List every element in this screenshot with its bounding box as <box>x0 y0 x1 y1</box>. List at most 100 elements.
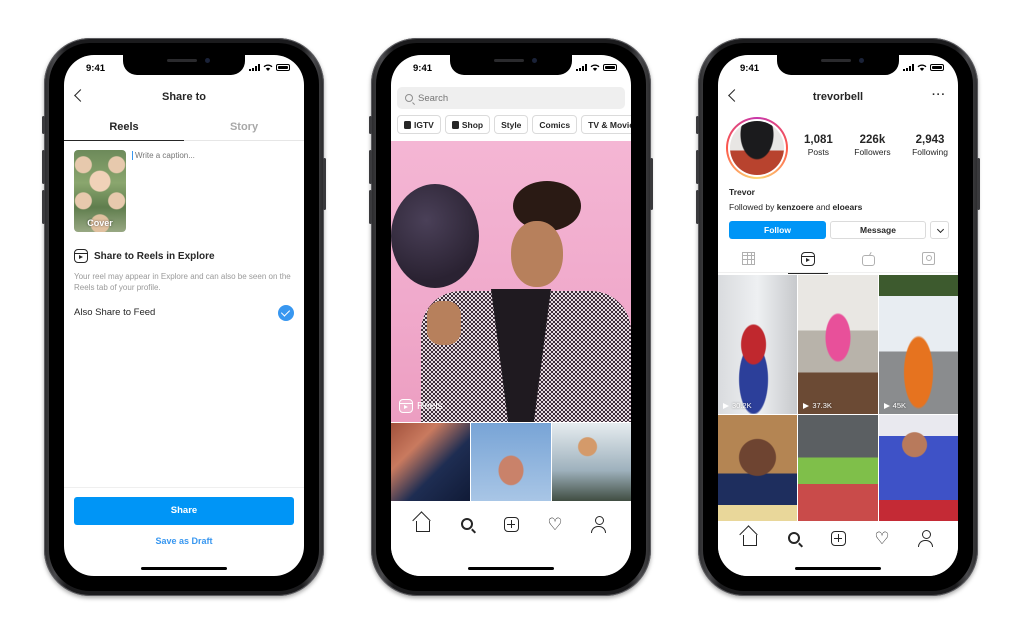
chip-label: Shop <box>461 119 484 130</box>
bottom-tab-bar: ♡ <box>391 501 631 576</box>
follow-button[interactable]: Follow <box>729 221 826 239</box>
reel-tile[interactable] <box>798 415 878 521</box>
status-time: 9:41 <box>740 63 760 74</box>
heart-icon[interactable]: ♡ <box>546 515 564 533</box>
basketball-image <box>391 184 479 288</box>
home-indicator <box>468 567 554 570</box>
grid-icon <box>741 252 755 265</box>
featured-reel[interactable]: Reels <box>391 141 631 422</box>
stat-following[interactable]: 2,943 Following <box>912 134 948 157</box>
chip-comics[interactable]: Comics <box>532 115 578 134</box>
search-input[interactable] <box>418 92 598 104</box>
followed-by: Followed by kenzoere and eloears <box>729 202 862 212</box>
signal-icon <box>903 64 914 71</box>
chip-style[interactable]: Style <box>494 115 529 134</box>
volume-up-button <box>42 150 45 184</box>
status-time: 9:41 <box>86 63 106 74</box>
suggested-dropdown-button[interactable] <box>930 221 949 239</box>
share-button[interactable]: Share <box>74 497 294 525</box>
explore-tile[interactable] <box>391 423 471 502</box>
search-bar[interactable] <box>397 87 625 109</box>
stat-label: Following <box>912 147 948 157</box>
home-icon[interactable] <box>414 515 432 533</box>
reel-tile[interactable]: 45K <box>878 275 958 414</box>
explore-tile[interactable] <box>471 423 551 502</box>
phone-profile-screen: 9:41 trevorbell ··· 1,081 Posts 226k Fol… <box>696 38 980 596</box>
search-icon[interactable] <box>785 529 803 547</box>
tab-grid[interactable] <box>728 245 768 273</box>
tab-reels[interactable] <box>788 245 828 274</box>
stat-label: Posts <box>807 147 830 157</box>
volume-down-button <box>42 190 45 224</box>
followed-by-user[interactable]: eloears <box>833 202 863 212</box>
tab-reels[interactable]: Reels <box>64 117 184 141</box>
profile-username: trevorbell <box>812 91 864 103</box>
avatar[interactable] <box>726 117 788 179</box>
reel-tile[interactable] <box>878 415 958 521</box>
profile-stats: 1,081 Posts 226k Followers 2,943 Followi… <box>804 134 948 157</box>
volume-up-button <box>369 150 372 184</box>
reel-tile[interactable] <box>718 415 798 521</box>
igtv-icon <box>404 120 411 129</box>
notch <box>450 55 572 75</box>
add-icon[interactable] <box>829 529 847 547</box>
volume-up-button <box>696 150 699 184</box>
stat-posts[interactable]: 1,081 Posts <box>804 134 833 157</box>
reels-icon <box>399 399 413 413</box>
more-options-icon[interactable]: ··· <box>932 89 946 101</box>
tab-story[interactable]: Story <box>184 117 304 140</box>
save-as-draft-link[interactable]: Save as Draft <box>64 536 304 546</box>
message-button[interactable]: Message <box>830 221 926 239</box>
view-count: 45K <box>883 401 907 410</box>
tab-tagged[interactable] <box>908 245 948 273</box>
tagged-icon <box>921 252 935 265</box>
screen: 9:41 trevorbell ··· 1,081 Posts 226k Fol… <box>718 55 958 576</box>
explore-title: Share to Reels in Explore <box>94 250 215 262</box>
reel-tile[interactable]: 37.3K <box>798 275 878 414</box>
view-count-value: 45K <box>892 401 907 410</box>
profile-tabs <box>718 245 958 274</box>
phone-explore-screen: 9:41 IGTV Shop Style Com <box>369 38 653 596</box>
play-icon <box>803 402 810 409</box>
view-count: 30.2K <box>723 401 752 410</box>
chip-label: Style <box>501 119 522 130</box>
phone-share-screen: 9:41 Share to Reels Story Cover Share to… <box>42 38 326 596</box>
mute-switch <box>42 116 45 134</box>
explore-tile[interactable] <box>551 423 631 502</box>
tab-igtv[interactable] <box>848 245 888 273</box>
heart-icon[interactable]: ♡ <box>873 529 891 547</box>
cover-thumbnail[interactable]: Cover <box>74 150 126 232</box>
checkmark-toggle-icon[interactable] <box>278 305 294 321</box>
cover-label: Cover <box>87 218 113 228</box>
also-share-to-feed-row[interactable]: Also Share to Feed <box>74 305 294 321</box>
profile-icon[interactable] <box>917 529 935 547</box>
search-icon[interactable] <box>458 515 476 533</box>
home-icon[interactable] <box>741 529 759 547</box>
search-icon <box>405 94 413 102</box>
add-icon[interactable] <box>502 515 520 533</box>
reel-tile[interactable]: 30.2K <box>718 275 798 414</box>
caption-input[interactable] <box>132 151 292 160</box>
play-icon <box>723 402 729 409</box>
notch <box>777 55 899 75</box>
header: Share to <box>64 87 304 111</box>
notch <box>123 55 245 75</box>
followed-by-user[interactable]: kenzoere <box>777 202 814 212</box>
chip-label: Comics <box>539 119 571 130</box>
explore-description: Your reel may appear in Explore and can … <box>74 272 291 292</box>
avatar-image <box>730 121 784 175</box>
power-button <box>323 158 326 210</box>
profile-icon[interactable] <box>590 515 608 533</box>
chip-label: TV & Movie <box>588 119 631 130</box>
mute-switch <box>369 116 372 134</box>
chip-igtv[interactable]: IGTV <box>397 115 441 134</box>
person-face-image <box>511 221 563 287</box>
chip-tv-movie[interactable]: TV & Movie <box>581 115 631 134</box>
person-hand-image <box>427 301 461 345</box>
category-chips: IGTV Shop Style Comics TV & Movie <box>397 115 631 134</box>
stat-followers[interactable]: 226k Followers <box>854 134 890 157</box>
chip-shop[interactable]: Shop <box>444 115 491 134</box>
reels-tag-label: Reels <box>417 400 443 412</box>
view-count: 37.3K <box>803 401 832 410</box>
chip-label: IGTV <box>414 119 434 130</box>
